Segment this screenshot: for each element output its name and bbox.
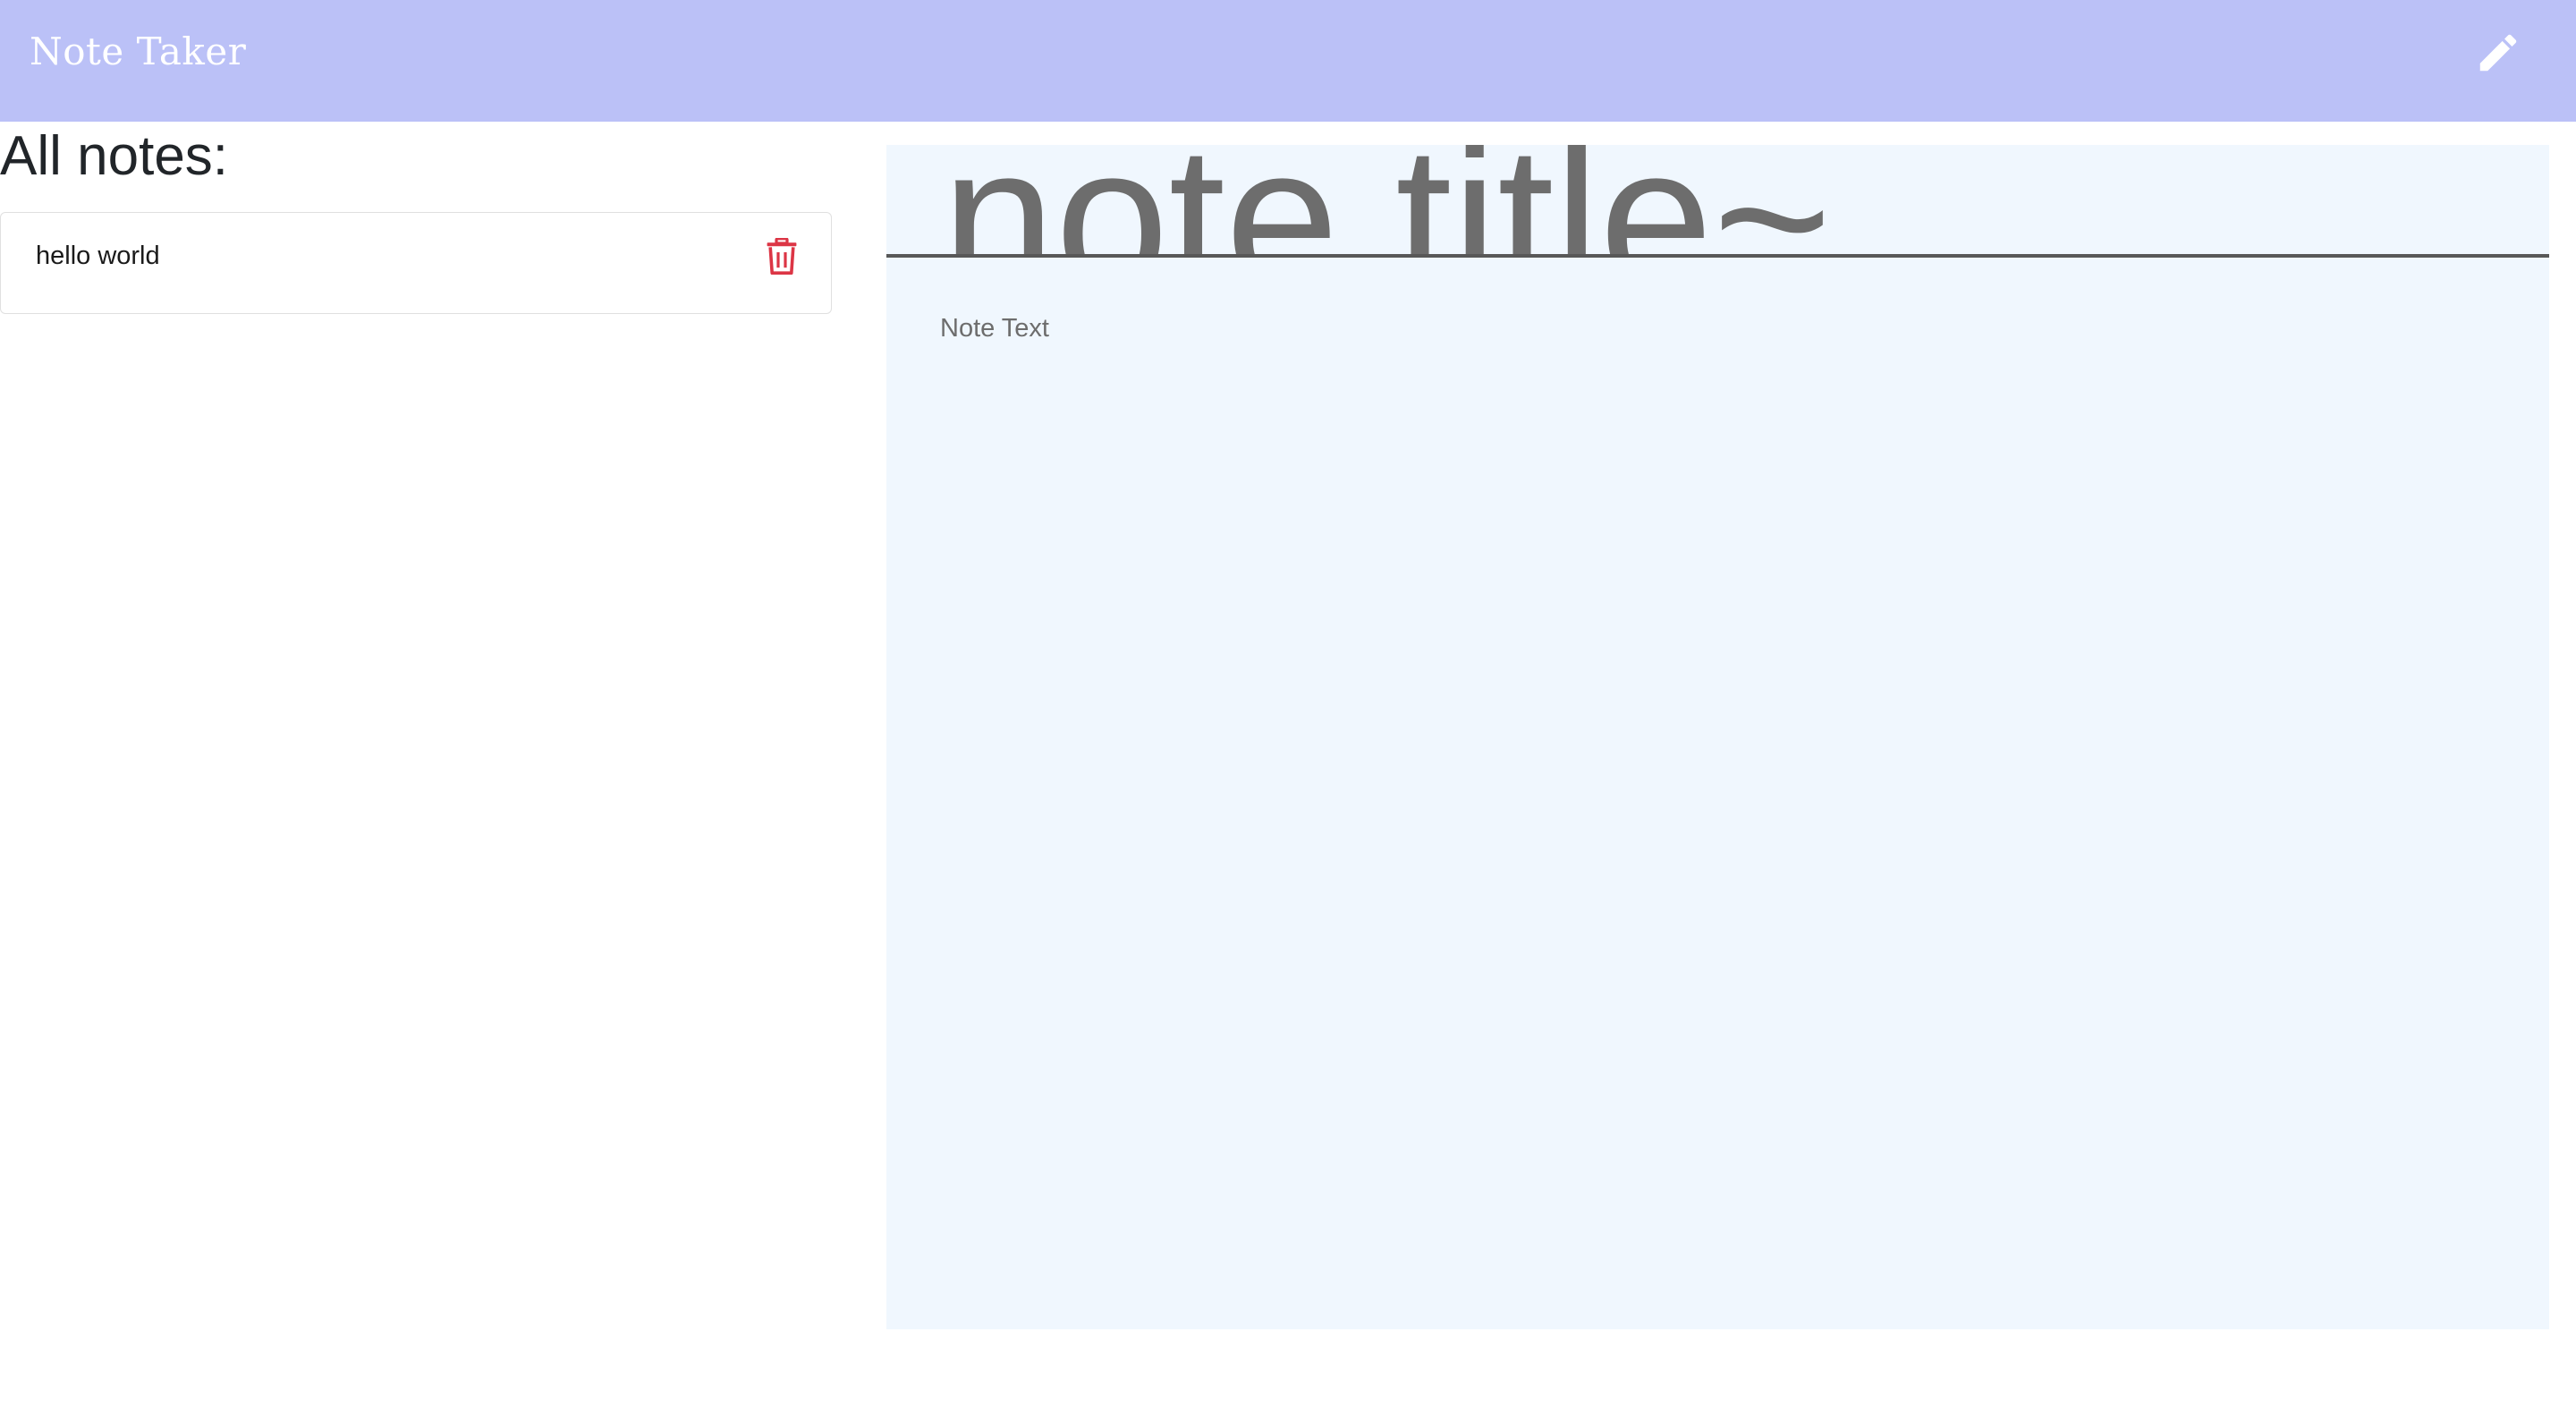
trash-icon[interactable]: [766, 238, 798, 276]
note-editor: note title~ Note Text: [886, 145, 2549, 1329]
all-notes-heading: All notes:: [0, 125, 229, 187]
navbar: Note Taker: [0, 0, 2576, 122]
note-item-title: hello world: [36, 242, 160, 270]
list-item[interactable]: hello world: [0, 212, 832, 314]
note-title-input[interactable]: note title~: [886, 145, 2549, 258]
note-text-placeholder[interactable]: Note Text: [940, 314, 1049, 344]
note-title-placeholder: note title~: [942, 145, 1832, 254]
pencil-icon[interactable]: [2474, 29, 2522, 77]
brand-title[interactable]: Note Taker: [30, 30, 246, 73]
